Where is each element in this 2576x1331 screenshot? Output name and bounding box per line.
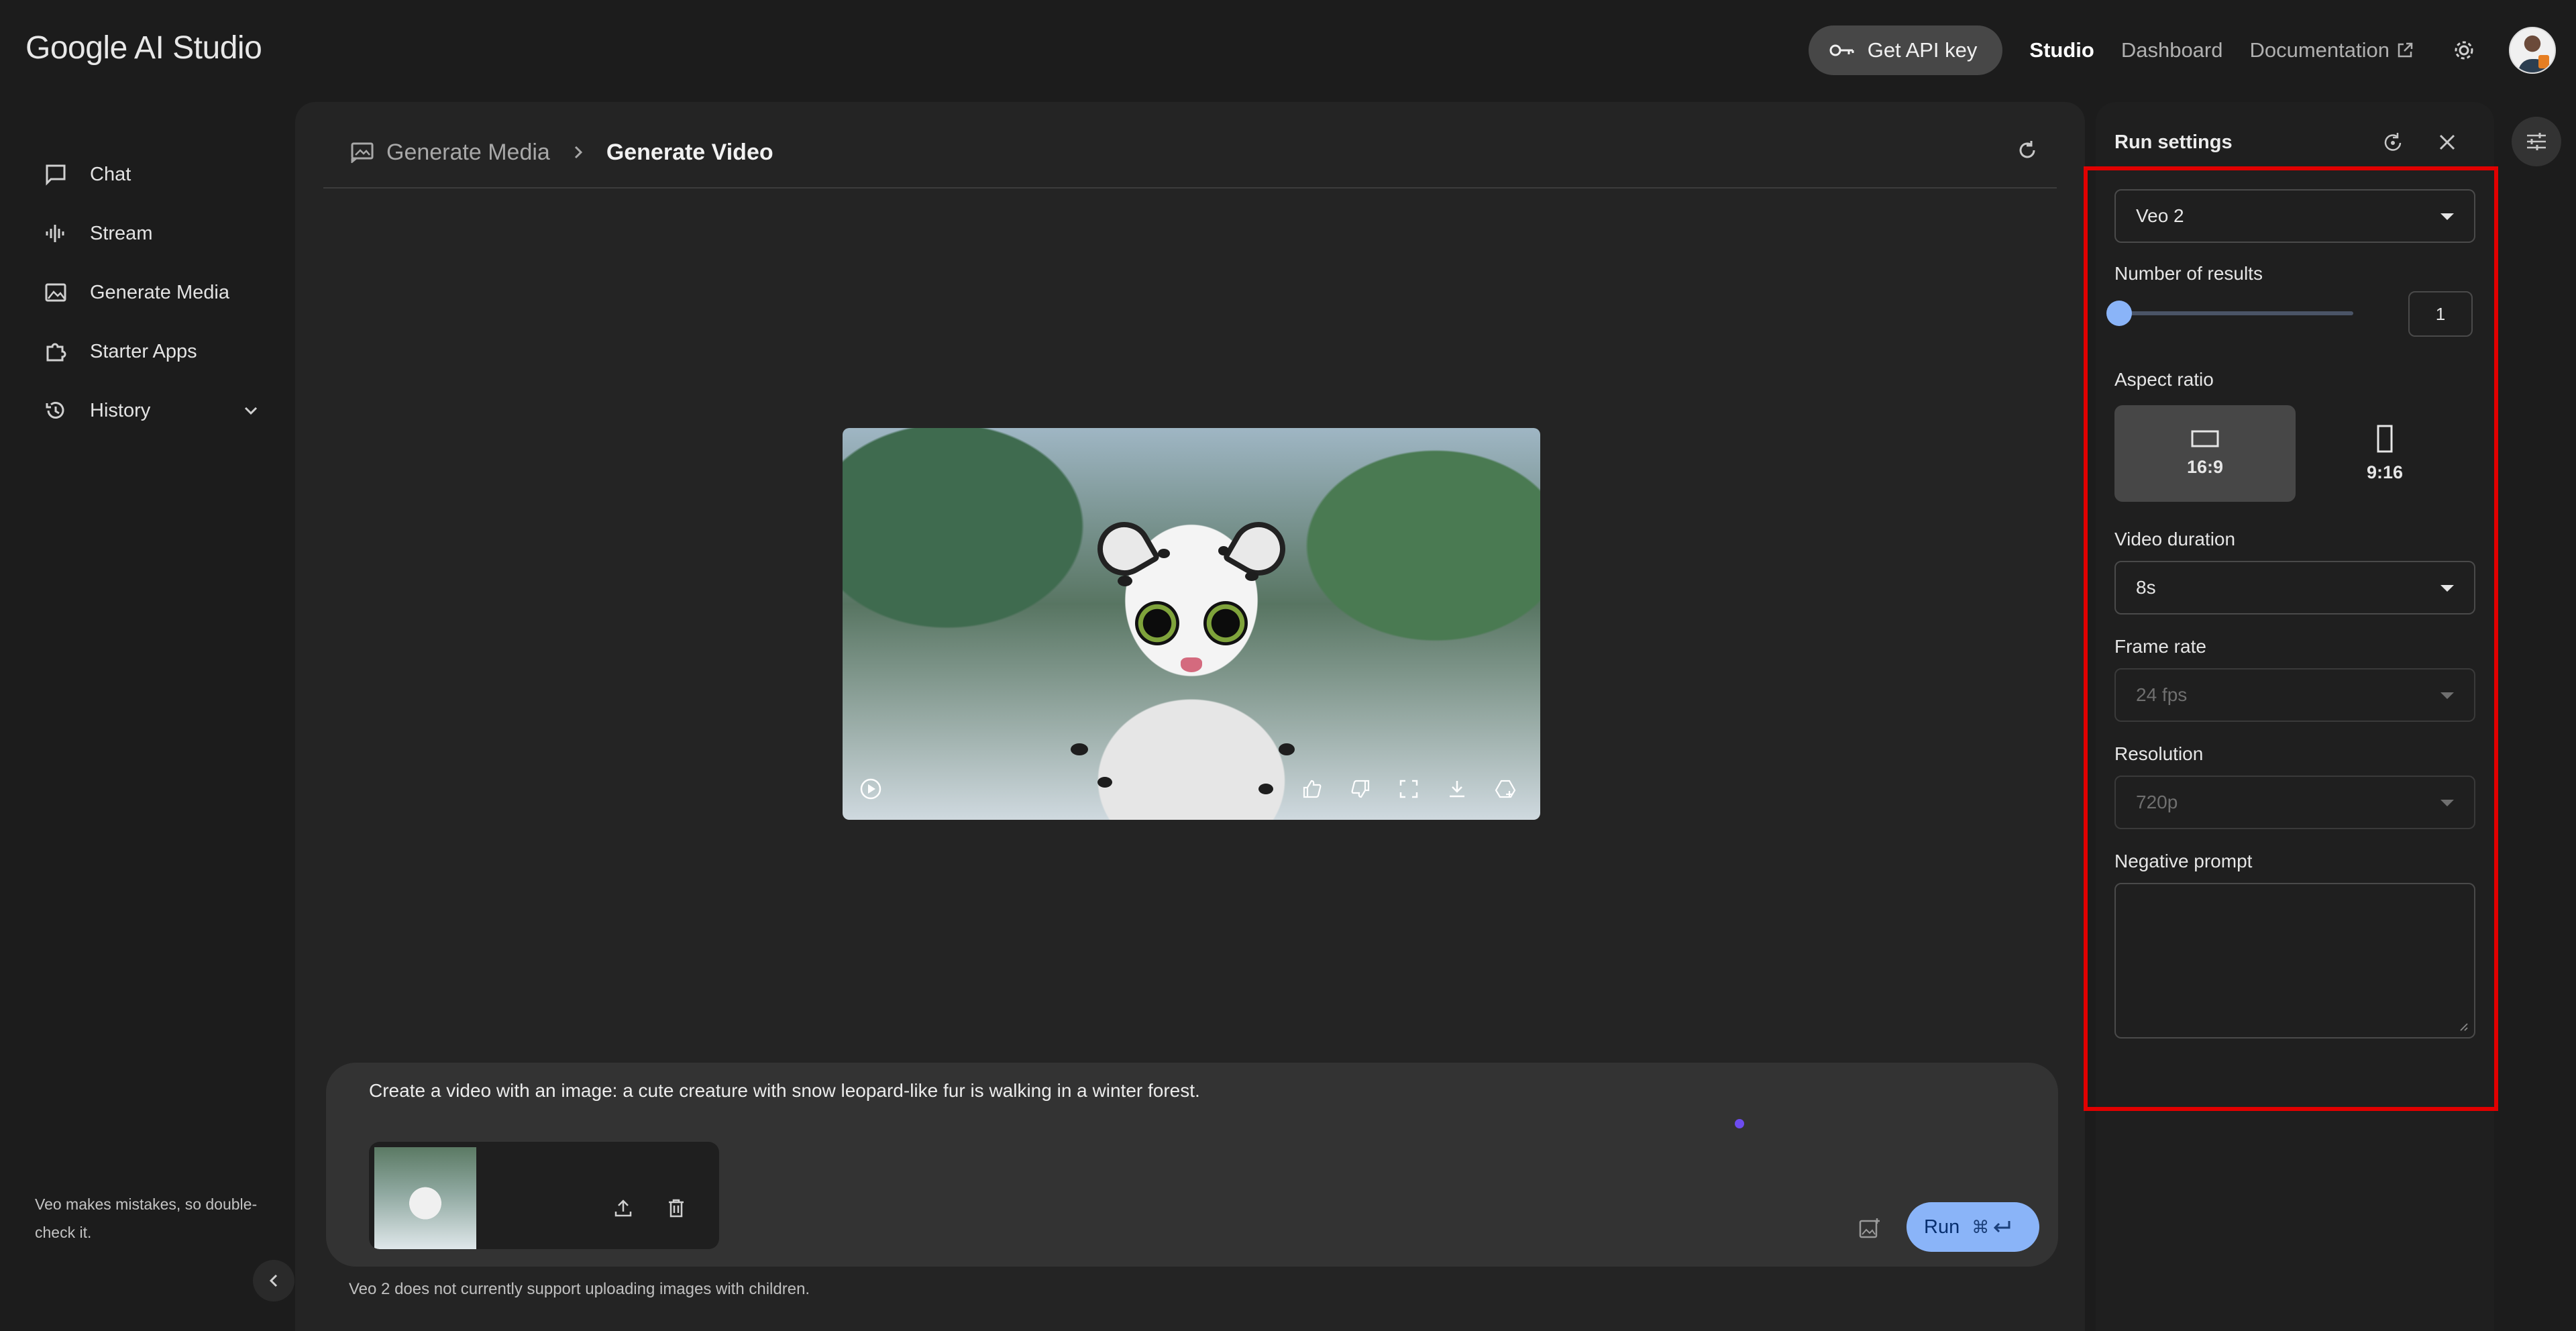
user-avatar[interactable] xyxy=(2509,27,2556,74)
model-select[interactable]: Veo 2 xyxy=(2114,189,2475,243)
resolution-select[interactable]: 720p xyxy=(2114,776,2475,829)
run-settings-panel: Run settings Veo 2 Number of results 1 A… xyxy=(2084,102,2498,1331)
dropdown-arrow-icon xyxy=(2440,800,2454,806)
resolution-label: Resolution xyxy=(2114,743,2204,764)
dropdown-arrow-icon xyxy=(2440,585,2454,592)
run-label: Run xyxy=(1924,1216,1960,1238)
sidebar-disclaimer: Veo makes mistakes, so double-check it. xyxy=(35,1195,258,1241)
breadcrumb-parent-label: Generate Media xyxy=(386,139,550,165)
resize-handle-icon[interactable] xyxy=(2458,1021,2469,1032)
tune-icon xyxy=(2525,131,2548,152)
chat-icon xyxy=(44,163,74,186)
nav-studio[interactable]: Studio xyxy=(2029,38,2094,62)
breadcrumb: Generate Media Generate Video xyxy=(350,136,773,169)
drive-upload-icon[interactable] xyxy=(1492,776,1519,802)
run-settings-title: Run settings xyxy=(2114,131,2233,153)
breadcrumb-parent[interactable]: Generate Media xyxy=(350,140,550,166)
frame-rate-value: 24 fps xyxy=(2136,684,2188,705)
thumbs-down-icon[interactable] xyxy=(1347,776,1374,802)
resolution-value: 720p xyxy=(2136,792,2178,812)
add-image-icon[interactable] xyxy=(1858,1217,1881,1240)
run-shortcut: ⌘ xyxy=(1972,1217,2012,1238)
puzzle-icon xyxy=(44,340,74,363)
upload-disclaimer: Veo 2 does not currently support uploadi… xyxy=(349,1280,810,1298)
settings-gear-icon[interactable] xyxy=(2453,39,2475,62)
sidebar-item-label: Generate Media xyxy=(90,281,229,303)
chevron-down-icon[interactable] xyxy=(243,405,259,416)
documentation-label: Documentation xyxy=(2249,38,2390,62)
negative-prompt-input[interactable] xyxy=(2114,883,2475,1039)
frame-rate-label: Frame rate xyxy=(2114,636,2206,657)
get-api-key-button[interactable]: Get API key xyxy=(1808,25,2003,75)
history-icon xyxy=(44,399,74,422)
command-key-label: ⌘ xyxy=(1972,1216,1990,1237)
sidebar-item-label: Starter Apps xyxy=(90,340,197,362)
video-preview[interactable] xyxy=(843,428,1540,820)
attached-image-card xyxy=(369,1142,719,1249)
dropdown-arrow-icon xyxy=(2440,213,2454,220)
get-api-key-label: Get API key xyxy=(1867,38,1978,62)
results-slider-track[interactable] xyxy=(2121,311,2353,315)
attached-image-thumbnail[interactable] xyxy=(374,1147,476,1249)
prompt-input[interactable]: Create a video with an image: a cute cre… xyxy=(369,1080,1200,1102)
chevron-left-icon xyxy=(268,1273,279,1289)
sidebar-item-stream[interactable]: Stream xyxy=(44,204,259,263)
results-slider-thumb[interactable] xyxy=(2106,301,2132,326)
top-actions: Get API key Studio Dashboard Documentati… xyxy=(1808,25,2556,75)
cursor-dot xyxy=(1735,1119,1744,1128)
image-icon xyxy=(350,142,374,163)
frame-rate-select[interactable]: 24 fps xyxy=(2114,668,2475,722)
negative-prompt-label: Negative prompt xyxy=(2114,851,2253,871)
app-logo[interactable]: Google AI Studio xyxy=(25,30,262,66)
portrait-icon xyxy=(2377,425,2393,453)
video-frame-eye xyxy=(1135,601,1179,645)
download-icon[interactable] xyxy=(1444,776,1470,802)
number-of-results-label: Number of results xyxy=(2114,263,2263,284)
reset-settings-icon[interactable] xyxy=(2381,131,2404,154)
image-icon xyxy=(44,281,74,304)
page-title: Generate Video xyxy=(606,139,773,165)
play-icon[interactable] xyxy=(857,776,884,802)
sidebar-item-label: History xyxy=(90,399,151,421)
sidebar-item-starter-apps[interactable]: Starter Apps xyxy=(44,322,259,381)
video-duration-label: Video duration xyxy=(2114,529,2236,549)
aspect-ratio-label: Aspect ratio xyxy=(2114,369,2214,390)
video-frame-eye xyxy=(1203,601,1248,645)
sidebar-nav: Chat Stream Generate Media Starter Apps … xyxy=(44,145,259,440)
number-of-results-input[interactable]: 1 xyxy=(2408,291,2473,337)
external-link-icon xyxy=(2396,42,2414,59)
aspect-9-16-button[interactable]: 9:16 xyxy=(2294,405,2475,502)
sidebar-item-generate-media[interactable]: Generate Media xyxy=(44,263,259,322)
main-panel: Generate Media Generate Video Create a v… xyxy=(295,102,2085,1331)
model-select-value: Veo 2 xyxy=(2136,205,2184,226)
key-icon xyxy=(1829,42,1856,58)
header-divider xyxy=(323,187,2057,189)
collapse-sidebar-button[interactable] xyxy=(253,1260,294,1301)
upload-icon[interactable] xyxy=(613,1198,633,1218)
toggle-run-settings-button[interactable] xyxy=(2512,117,2561,166)
sidebar-item-history[interactable]: History xyxy=(44,381,259,440)
fullscreen-icon[interactable] xyxy=(1395,776,1422,802)
dropdown-arrow-icon xyxy=(2440,692,2454,699)
stream-icon xyxy=(44,222,74,245)
enter-key-icon xyxy=(1992,1219,2012,1235)
sidebar-item-chat[interactable]: Chat xyxy=(44,145,259,204)
aspect-9-16-label: 9:16 xyxy=(2366,462,2404,482)
sidebar-item-label: Chat xyxy=(90,163,131,185)
nav-dashboard[interactable]: Dashboard xyxy=(2121,38,2223,62)
aspect-16-9-button[interactable]: 16:9 xyxy=(2114,405,2296,502)
sidebar-item-label: Stream xyxy=(90,222,153,244)
run-button[interactable]: Run ⌘ xyxy=(1907,1202,2039,1252)
delete-icon[interactable] xyxy=(667,1198,686,1218)
close-icon[interactable] xyxy=(2436,131,2458,153)
chevron-right-icon xyxy=(573,144,584,160)
video-duration-select[interactable]: 8s xyxy=(2114,561,2475,615)
video-duration-value: 8s xyxy=(2136,577,2156,598)
refresh-icon[interactable] xyxy=(2017,140,2038,161)
prompt-box[interactable]: Create a video with an image: a cute cre… xyxy=(326,1063,2058,1267)
landscape-icon xyxy=(2191,430,2219,447)
aspect-16-9-label: 16:9 xyxy=(2186,456,2224,477)
nav-documentation[interactable]: Documentation xyxy=(2249,38,2414,62)
thumbs-up-icon[interactable] xyxy=(1299,776,1326,802)
